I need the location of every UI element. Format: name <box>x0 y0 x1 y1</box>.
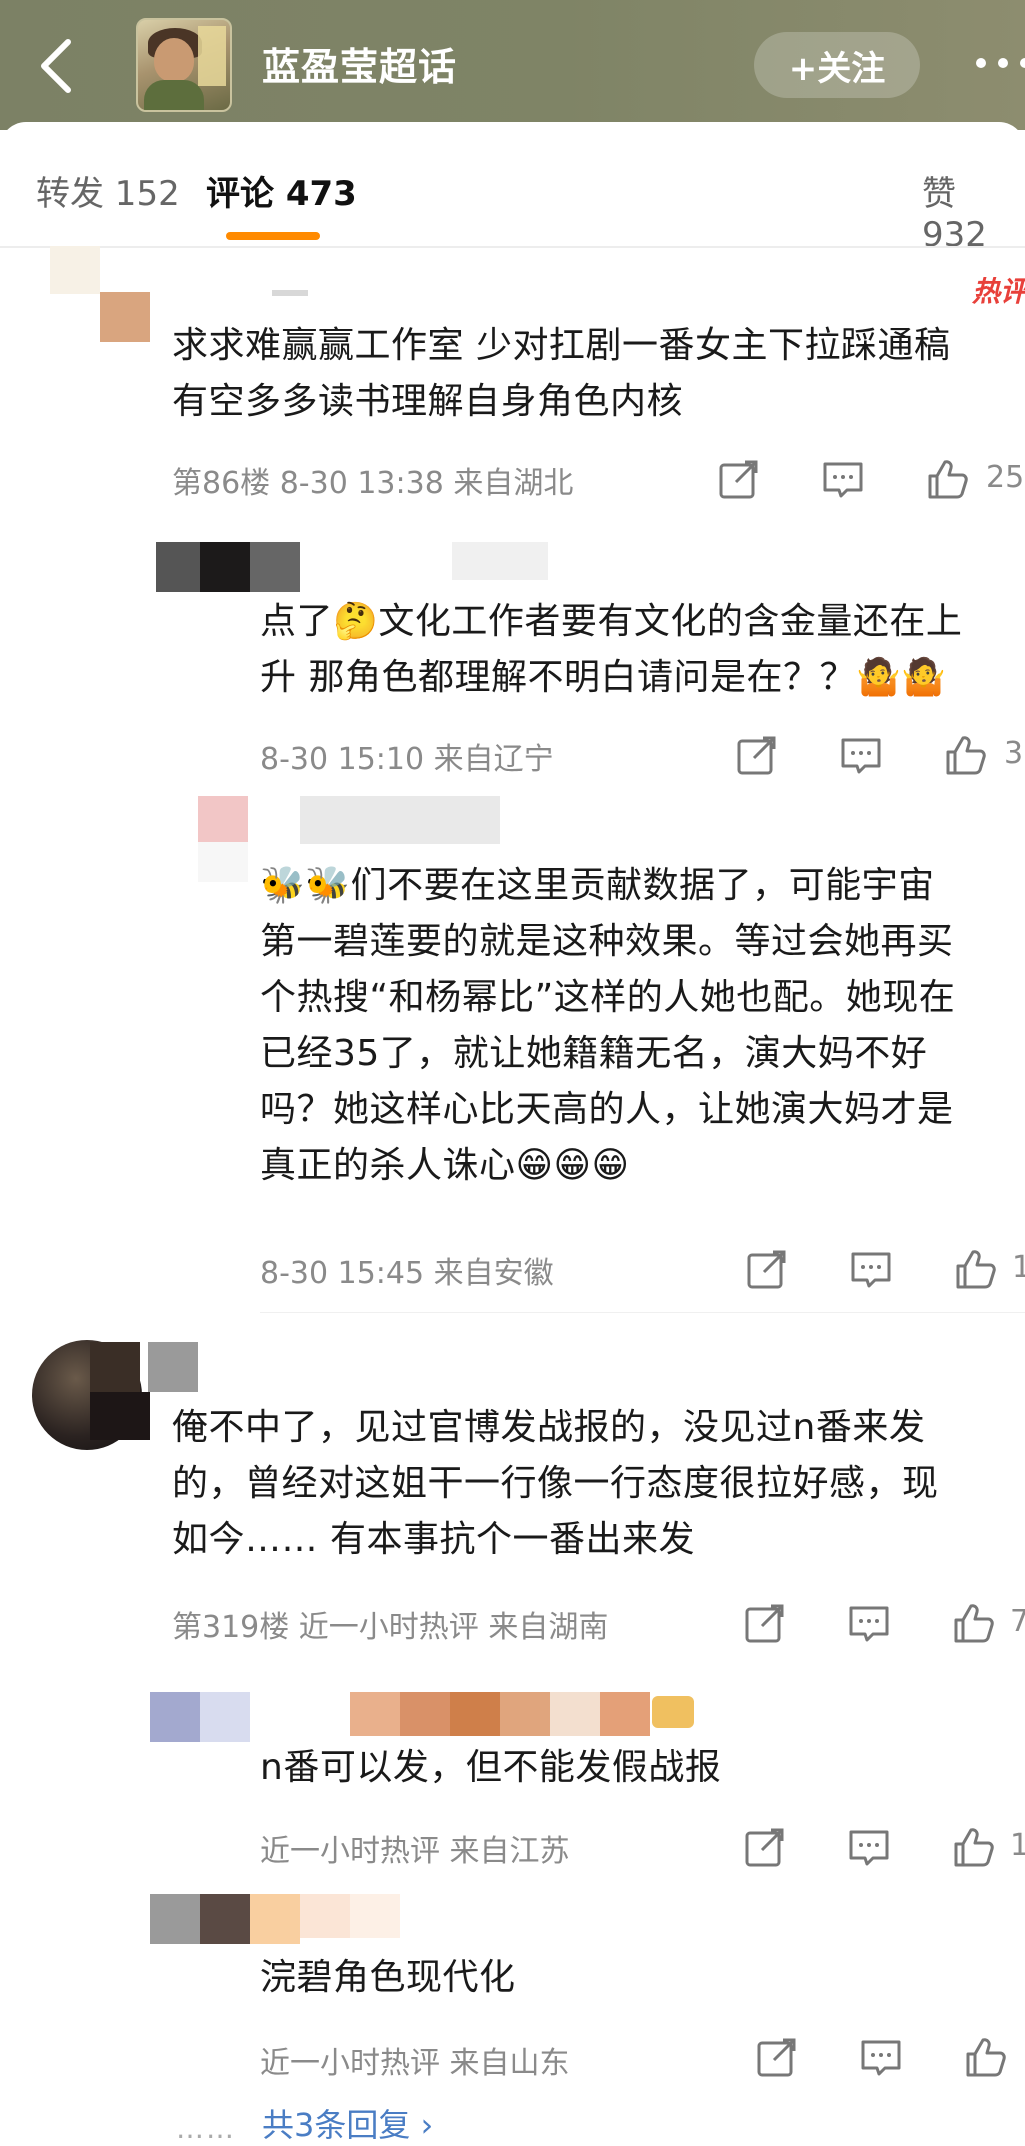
view-replies-link[interactable]: 共3条回复 › <box>262 2100 433 2146</box>
repost-icon[interactable] <box>744 1246 790 1292</box>
comment-meta: 近一小时热评 来自江苏 <box>260 1834 570 1869</box>
avatar[interactable] <box>50 246 100 294</box>
repost-icon[interactable] <box>734 732 780 778</box>
like-icon[interactable] <box>924 456 970 502</box>
active-tab-indicator <box>226 232 320 240</box>
tab-repost[interactable]: 转发 152 <box>36 166 180 215</box>
repost-icon[interactable] <box>742 1824 788 1870</box>
comment-text: 求求难赢赢工作室 少对扛剧一番女主下拉踩通稿 有空多多读书理解自身角色内核 <box>172 325 951 422</box>
level-badge <box>652 1696 694 1728</box>
comment-text: 🐝🐝们不要在这里贡献数据了，可能宇宙 第一碧莲要的就是这种效果。等过会她再买 个… <box>260 865 956 1186</box>
avatar[interactable] <box>150 1894 200 1944</box>
more-icon[interactable] <box>970 50 1025 80</box>
like-count: 1 <box>1012 1250 1025 1285</box>
repost-icon[interactable] <box>754 2034 800 2080</box>
comment-text: n番可以发，但不能发假战报 <box>260 1747 722 1788</box>
like-count: 7 <box>1010 1604 1025 1639</box>
comment-text: 浣碧角色现代化 <box>260 1957 516 1998</box>
tab-comment[interactable]: 评论 473 <box>206 166 357 215</box>
follow-button[interactable]: +关注 <box>754 32 920 98</box>
comment-meta: 第319楼 近一小时热评 来自湖南 <box>172 1610 609 1645</box>
like-icon[interactable] <box>950 1600 996 1646</box>
comment-text: 俺不中了，见过官博发战报的，没见过n番来发 的，曾经对这姐干一行像一行态度很拉好… <box>172 1407 939 1560</box>
avatar[interactable] <box>198 796 248 842</box>
repost-icon[interactable] <box>716 456 762 502</box>
divider <box>260 1312 1025 1313</box>
comment-meta: 近一小时热评 来自山东 <box>260 2046 570 2081</box>
comment-meta: 8-30 15:10 来自辽宁 <box>260 742 554 777</box>
top-bar: 蓝盈莹超话 +关注 <box>0 0 1025 130</box>
page-title[interactable]: 蓝盈莹超话 <box>262 36 457 91</box>
comment-icon[interactable] <box>848 1246 894 1292</box>
username[interactable] <box>452 542 548 580</box>
tab-bar: 转发 152 评论 473 赞 932 <box>0 122 1025 255</box>
repost-icon[interactable] <box>742 1600 788 1646</box>
like-icon[interactable] <box>962 2034 1008 2080</box>
hot-comment-badge: 热评 <box>972 275 1025 308</box>
comment-icon[interactable] <box>858 2034 904 2080</box>
comment-meta: 8-30 15:45 来自安徽 <box>260 1256 554 1291</box>
comment-icon[interactable] <box>820 456 866 502</box>
like-icon[interactable] <box>942 732 988 778</box>
username[interactable] <box>272 290 308 296</box>
like-count: 3 <box>1004 736 1024 771</box>
like-icon[interactable] <box>952 1246 998 1292</box>
comment-meta: 第86楼 8-30 13:38 来自湖北 <box>172 466 574 501</box>
like-icon[interactable] <box>950 1824 996 1870</box>
avatar[interactable] <box>150 1692 200 1742</box>
divider <box>0 246 1025 248</box>
comment-icon[interactable] <box>846 1600 892 1646</box>
reply-thread-dots: …… <box>176 2112 236 2145</box>
tab-like[interactable]: 赞 932 <box>922 166 1025 255</box>
comment-text: 点了🤔文化工作者要有文化的含金量还在上 升 那角色都理解不明白请问是在？？🤷🤷 <box>260 601 963 698</box>
avatar <box>100 292 150 342</box>
comment-icon[interactable] <box>838 732 884 778</box>
comment-icon[interactable] <box>846 1824 892 1870</box>
avatar[interactable] <box>156 542 200 592</box>
like-count: 1 <box>1010 1828 1025 1863</box>
username[interactable] <box>350 1692 400 1736</box>
username[interactable] <box>250 1894 300 1944</box>
supertopic-avatar[interactable] <box>136 18 232 112</box>
back-icon[interactable] <box>34 36 78 96</box>
like-count: 25 <box>986 460 1025 495</box>
username[interactable] <box>300 796 500 844</box>
